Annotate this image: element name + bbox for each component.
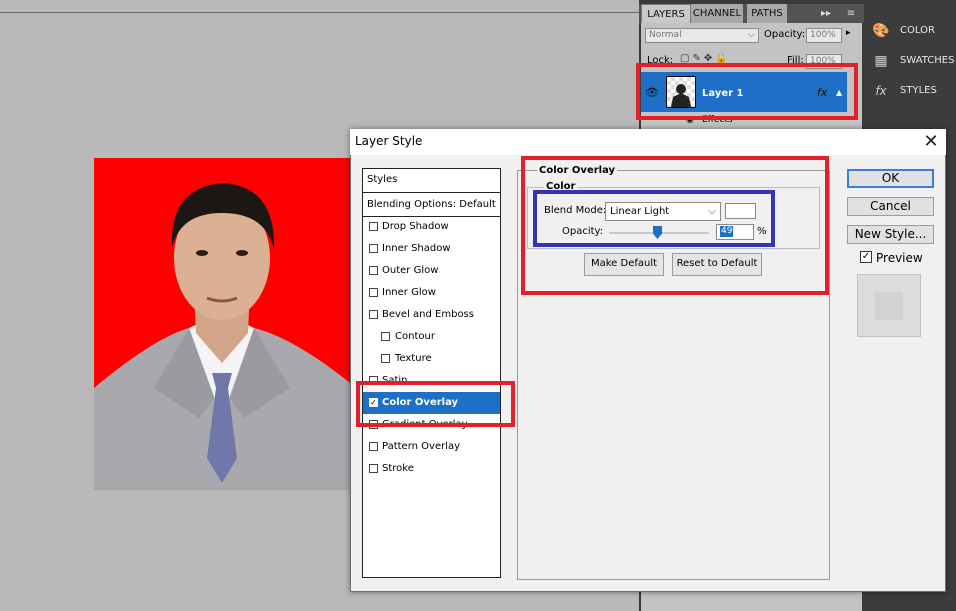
document-photo — [94, 158, 350, 490]
side-item-label: COLOR — [900, 25, 935, 36]
style-item-bevel-and-emboss[interactable]: Bevel and Emboss — [363, 304, 500, 326]
preview-label: Preview — [876, 251, 923, 265]
tab-paths[interactable]: PATHS — [747, 4, 787, 23]
styles-fx-icon: fx — [875, 84, 887, 98]
tab-layers[interactable]: LAYERS — [641, 4, 691, 24]
layer-blend-mode-value: Normal — [649, 30, 682, 40]
styles-header[interactable]: Styles — [363, 169, 500, 193]
layer-opacity-field[interactable]: 100% — [806, 28, 842, 43]
annotation-red-box-style-item — [356, 381, 515, 427]
annotation-blue-box-blend-settings — [533, 190, 775, 247]
color-palette-icon: 🎨 — [872, 23, 890, 39]
layer-blend-mode-select[interactable]: Normal ⌵ — [645, 28, 759, 43]
dialog-title: Layer Style — [355, 134, 423, 148]
checkbox[interactable] — [369, 442, 378, 451]
style-item-label: Inner Shadow — [382, 243, 451, 254]
checkbox[interactable] — [369, 266, 378, 275]
close-icon[interactable]: ✕ — [920, 131, 942, 153]
checkbox[interactable] — [381, 354, 390, 363]
style-item-outer-glow[interactable]: Outer Glow — [363, 260, 500, 282]
side-item-label: SWATCHES — [900, 55, 955, 66]
preview-checkbox[interactable]: ✓ — [860, 251, 872, 263]
side-item-label: STYLES — [900, 85, 937, 96]
document-top-bar — [0, 0, 640, 13]
chevron-down-icon: ⌵ — [748, 30, 755, 40]
style-item-inner-glow[interactable]: Inner Glow — [363, 282, 500, 304]
tab-channels[interactable]: CHANNEL — [691, 4, 743, 23]
ok-button[interactable]: OK — [847, 169, 934, 188]
blending-options-label: Blending Options: Default — [367, 199, 496, 210]
style-item-label: Stroke — [382, 463, 414, 474]
dialog-title-bar[interactable] — [350, 129, 946, 155]
style-item-label: Bevel and Emboss — [382, 309, 474, 320]
style-preview-inner — [875, 292, 903, 320]
style-item-label: Pattern Overlay — [382, 441, 461, 452]
side-item-styles[interactable]: fx STYLES — [870, 77, 956, 105]
side-item-color[interactable]: 🎨 COLOR — [870, 17, 956, 45]
checkbox[interactable] — [369, 310, 378, 319]
style-item-inner-shadow[interactable]: Inner Shadow — [363, 238, 500, 260]
panel-collapse-icon[interactable]: ▸▸ — [819, 4, 833, 23]
layer-opacity-label: Opacity: — [764, 29, 806, 40]
checkbox[interactable] — [369, 288, 378, 297]
new-style-button[interactable]: New Style... — [847, 225, 934, 244]
panel-tab-bar: LAYERS CHANNEL PATHS ▸▸ ≡ — [639, 4, 864, 24]
style-item-texture[interactable]: Texture — [363, 348, 500, 370]
side-item-swatches[interactable]: ▦ SWATCHES — [870, 47, 956, 75]
style-item-drop-shadow[interactable]: Drop Shadow — [363, 216, 500, 238]
blending-options-item[interactable]: Blending Options: Default — [363, 194, 500, 217]
style-item-stroke[interactable]: Stroke — [363, 458, 500, 480]
portrait-image — [94, 158, 350, 490]
style-item-label: Texture — [395, 353, 432, 364]
style-item-label: Drop Shadow — [382, 221, 449, 232]
style-item-label: Inner Glow — [382, 287, 436, 298]
layer-opacity-arrow-icon[interactable]: ▸ — [846, 28, 851, 38]
annotation-red-box-layer — [636, 63, 858, 120]
styles-header-label: Styles — [367, 174, 398, 185]
checkbox[interactable] — [369, 244, 378, 253]
checkbox[interactable] — [381, 332, 390, 341]
style-item-pattern-overlay[interactable]: Pattern Overlay — [363, 436, 500, 458]
checkbox[interactable] — [369, 464, 378, 473]
swatches-grid-icon: ▦ — [874, 53, 888, 69]
panel-menu-icon[interactable]: ≡ — [843, 4, 859, 23]
style-item-label: Outer Glow — [382, 265, 439, 276]
style-item-label: Contour — [395, 331, 435, 342]
cancel-button[interactable]: Cancel — [847, 197, 934, 216]
style-item-contour[interactable]: Contour — [363, 326, 500, 348]
checkbox[interactable] — [369, 222, 378, 231]
